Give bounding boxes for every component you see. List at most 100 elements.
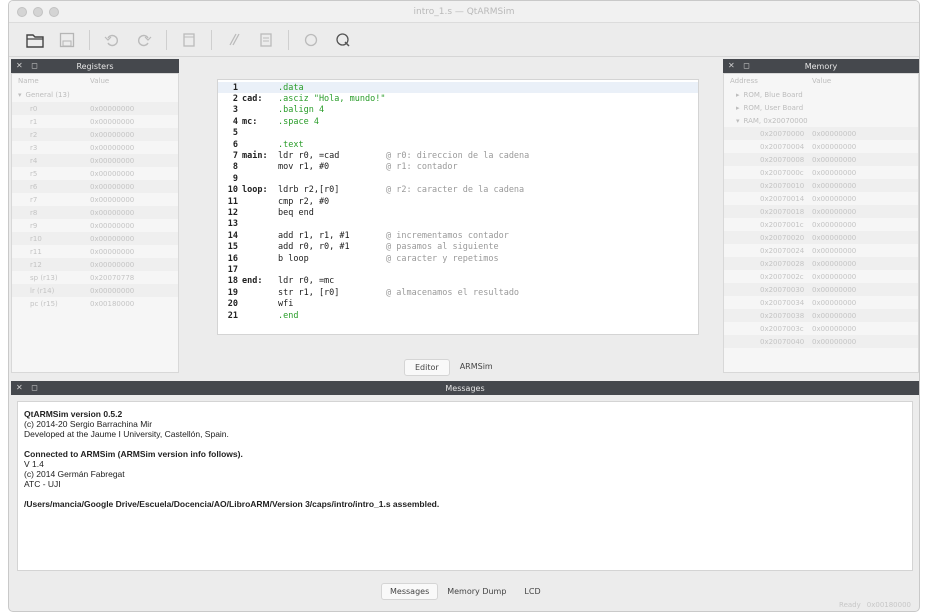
memory-row[interactable]: 0x20070010 0x00000000: [724, 179, 918, 192]
tab-memory-dump[interactable]: Memory Dump: [438, 583, 515, 600]
code-line[interactable]: 13: [218, 219, 698, 230]
code-line[interactable]: 10 loop: ldrb r2,[r0] @ r2: caracter de la …: [218, 185, 698, 196]
memory-col-address[interactable]: Address: [730, 77, 812, 85]
run-icon[interactable]: [329, 27, 357, 53]
memory-row[interactable]: 0x20070028 0x00000000: [724, 257, 918, 270]
memory-row[interactable]: 0x2007001c 0x00000000: [724, 218, 918, 231]
register-row[interactable]: r4 0x00000000: [12, 154, 178, 167]
code-editor[interactable]: 1 .data 2 cad: .asciz "Hola, mundo!" 3 .balign…: [217, 79, 699, 335]
code-line[interactable]: 17: [218, 264, 698, 275]
memory-row[interactable]: 0x20070040 0x00000000: [724, 335, 918, 348]
code-line[interactable]: 9: [218, 173, 698, 184]
register-row[interactable]: lr (r14) 0x00000000: [12, 284, 178, 297]
code-line[interactable]: 21 .end: [218, 310, 698, 321]
save-icon[interactable]: [53, 27, 81, 53]
code-line[interactable]: 12 beq end: [218, 207, 698, 218]
memory-group[interactable]: ▸ ROM, User Board: [724, 101, 918, 114]
registers-group[interactable]: ▾ General (13): [12, 88, 178, 102]
code-instruction: wfi: [278, 299, 294, 310]
register-row[interactable]: r6 0x00000000: [12, 180, 178, 193]
code-line[interactable]: 15 add r0, r0, #1 @ pasamos al siguiente: [218, 241, 698, 252]
tab-armsim[interactable]: ARMSim: [450, 359, 503, 376]
code-line[interactable]: 1 .data: [218, 82, 698, 94]
undo-icon[interactable]: [98, 27, 126, 53]
register-row[interactable]: r5 0x00000000: [12, 167, 178, 180]
dock-buttons[interactable]: ✕ ◻: [16, 61, 41, 70]
line-number: 7: [232, 151, 238, 162]
minimize-window-button[interactable]: [33, 7, 43, 17]
memory-col-value[interactable]: Value: [812, 77, 831, 85]
toolbar-separator: [211, 29, 212, 50]
register-row[interactable]: sp (r13) 0x20070778: [12, 271, 178, 284]
memory-row[interactable]: 0x20070024 0x00000000: [724, 244, 918, 257]
memory-group[interactable]: ▸ ROM, Blue Board: [724, 88, 918, 101]
dock-buttons[interactable]: ✕ ◻: [16, 383, 41, 392]
memory-row[interactable]: 0x20070004 0x00000000: [724, 140, 918, 153]
code-instruction: .asciz "Hola, mundo!": [278, 94, 386, 105]
window-controls: [17, 7, 59, 17]
register-row[interactable]: r9 0x00000000: [12, 219, 178, 232]
document-icon[interactable]: [175, 27, 203, 53]
code-line[interactable]: 16 b loop @ caracter y repetimos: [218, 253, 698, 264]
memory-row[interactable]: 0x20070008 0x00000000: [724, 153, 918, 166]
code-instruction: .balign 4: [278, 105, 325, 116]
code-line[interactable]: 8 mov r1, #0 @ r1: contador: [218, 162, 698, 173]
register-row[interactable]: r12 0x00000000: [12, 258, 178, 271]
redo-icon[interactable]: [130, 27, 158, 53]
close-window-button[interactable]: [17, 7, 27, 17]
register-value: 0x00180000: [90, 299, 135, 308]
memory-row[interactable]: 0x2007002c 0x00000000: [724, 270, 918, 283]
memory-row[interactable]: 0x20070014 0x00000000: [724, 192, 918, 205]
register-value: 0x00000000: [90, 195, 135, 204]
code-line[interactable]: 14 add r1, r1, #1 @ incrementamos contador: [218, 230, 698, 241]
code-line[interactable]: 6 .text: [218, 139, 698, 150]
tab-editor[interactable]: Editor: [404, 359, 450, 376]
registers-col-name[interactable]: Name: [18, 77, 90, 85]
code-line[interactable]: 18 end: ldr r0, =mc: [218, 276, 698, 287]
code-line[interactable]: 7 main: ldr r0, =cad @ r0: direccion de la …: [218, 150, 698, 161]
memory-row[interactable]: 0x20070020 0x00000000: [724, 231, 918, 244]
memory-group-label: ROM, User Board: [743, 103, 804, 112]
register-name: r8: [30, 208, 38, 217]
memory-row[interactable]: 0x20070030 0x00000000: [724, 283, 918, 296]
register-row[interactable]: r3 0x00000000: [12, 141, 178, 154]
memory-row[interactable]: 0x20070018 0x00000000: [724, 205, 918, 218]
code-line[interactable]: 20 wfi: [218, 298, 698, 309]
register-row[interactable]: r10 0x00000000: [12, 232, 178, 245]
line-number: 17: [227, 264, 238, 275]
code-line[interactable]: 5: [218, 128, 698, 139]
register-row[interactable]: r7 0x00000000: [12, 193, 178, 206]
register-row[interactable]: pc (r15) 0x00180000: [12, 297, 178, 310]
memory-row[interactable]: 0x2007000c 0x00000000: [724, 166, 918, 179]
memory-header: Address Value: [724, 74, 918, 88]
code-line[interactable]: 11 cmp r2, #0: [218, 196, 698, 207]
line-number: 19: [227, 287, 238, 298]
register-row[interactable]: r11 0x00000000: [12, 245, 178, 258]
code-line[interactable]: 2 cad: .asciz "Hola, mundo!": [218, 93, 698, 104]
assemble-icon[interactable]: [220, 27, 248, 53]
registers-header: Name Value: [12, 74, 178, 88]
tab-messages[interactable]: Messages: [381, 583, 439, 600]
messages-panel[interactable]: QtARMSim version 0.5.2 (c) 2014-20 Sergio…: [17, 401, 913, 571]
memory-group[interactable]: ▾ RAM, 0x20070000: [724, 114, 918, 127]
title-bar: intro_1.s — QtARMSim: [9, 1, 919, 23]
code-line[interactable]: 19 str r1, [r0] @ almacenamos el resultado: [218, 287, 698, 298]
register-row[interactable]: r1 0x00000000: [12, 115, 178, 128]
list-icon[interactable]: [252, 27, 280, 53]
register-row[interactable]: r8 0x00000000: [12, 206, 178, 219]
tab-lcd[interactable]: LCD: [515, 583, 549, 600]
code-line[interactable]: 3 .balign 4: [218, 105, 698, 116]
memory-list: 0x20070000 0x00000000 0x20070004 0x00000000…: [724, 127, 918, 348]
refresh-icon[interactable]: [297, 27, 325, 53]
code-line[interactable]: 4 mc: .space 4: [218, 116, 698, 127]
dock-buttons[interactable]: ✕ ◻: [728, 61, 753, 70]
memory-row[interactable]: 0x20070000 0x00000000: [724, 127, 918, 140]
folder-open-icon[interactable]: [21, 27, 49, 53]
register-row[interactable]: r2 0x00000000: [12, 128, 178, 141]
memory-row[interactable]: 0x20070038 0x00000000: [724, 309, 918, 322]
memory-row[interactable]: 0x20070034 0x00000000: [724, 296, 918, 309]
registers-col-value[interactable]: Value: [90, 77, 109, 85]
register-row[interactable]: r0 0x00000000: [12, 102, 178, 115]
maximize-window-button[interactable]: [49, 7, 59, 17]
memory-row[interactable]: 0x2007003c 0x00000000: [724, 322, 918, 335]
